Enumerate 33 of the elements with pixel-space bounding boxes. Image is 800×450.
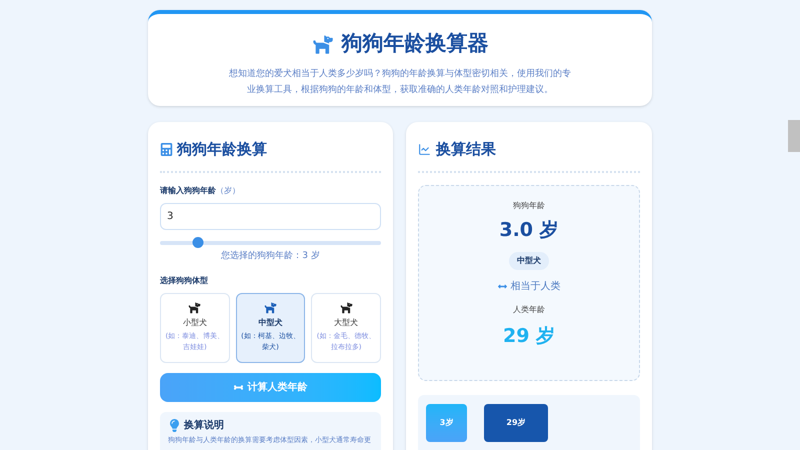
lightbulb-icon — [168, 419, 181, 432]
age-label: 请输入狗狗年龄 — [160, 184, 216, 196]
age-unit: （岁） — [216, 184, 240, 196]
page-title: 狗狗年龄换算器 — [342, 30, 488, 57]
bone-icon — [234, 383, 242, 392]
dog-icon — [188, 301, 202, 314]
size-name: 大型犬 — [334, 317, 358, 329]
size-name: 小型犬 — [182, 317, 207, 329]
age-input[interactable]: 3 — [160, 202, 381, 230]
page-description: 想知道您的爱犬相当于人类多少岁吗？狗狗的年龄换算与体型密切相关，使用我们的专业换算工具，根据狗狗的年龄和体型，获取准确的人类年龄对照和护理建议。 — [228, 68, 572, 96]
size-badge: 中型犬 — [509, 252, 549, 270]
section-title: 换算结果 — [436, 139, 496, 160]
dog-icon — [264, 301, 277, 314]
human-age-value: 29 岁 — [502, 324, 556, 349]
dog-icon — [340, 301, 353, 314]
section-title: 狗狗年龄换算 — [177, 139, 267, 160]
line-chart-icon — [418, 142, 431, 156]
age-bar: 29岁 — [484, 404, 548, 442]
double-arrow-icon — [498, 282, 506, 291]
selected-age-text: 您选择的狗狗年龄：3 岁 — [220, 250, 321, 262]
dog-age-label: 狗狗年龄 — [513, 200, 545, 212]
age-slider[interactable] — [160, 236, 381, 248]
scrollbar-thumb[interactable] — [788, 120, 800, 152]
dog-age-value: 3.0 岁 — [499, 218, 559, 242]
size-name: 中型犬 — [258, 317, 282, 329]
size-label: 选择狗狗体型 — [160, 275, 209, 287]
dog-icon — [312, 32, 334, 55]
age-bar: 3岁 — [426, 404, 467, 442]
calculator-icon — [160, 142, 173, 156]
info-title: 换算说明 — [184, 418, 224, 433]
equals-text: 相当于人类 — [510, 280, 560, 294]
slider-thumb[interactable] — [192, 237, 204, 248]
human-age-label: 人类年龄 — [513, 304, 545, 316]
